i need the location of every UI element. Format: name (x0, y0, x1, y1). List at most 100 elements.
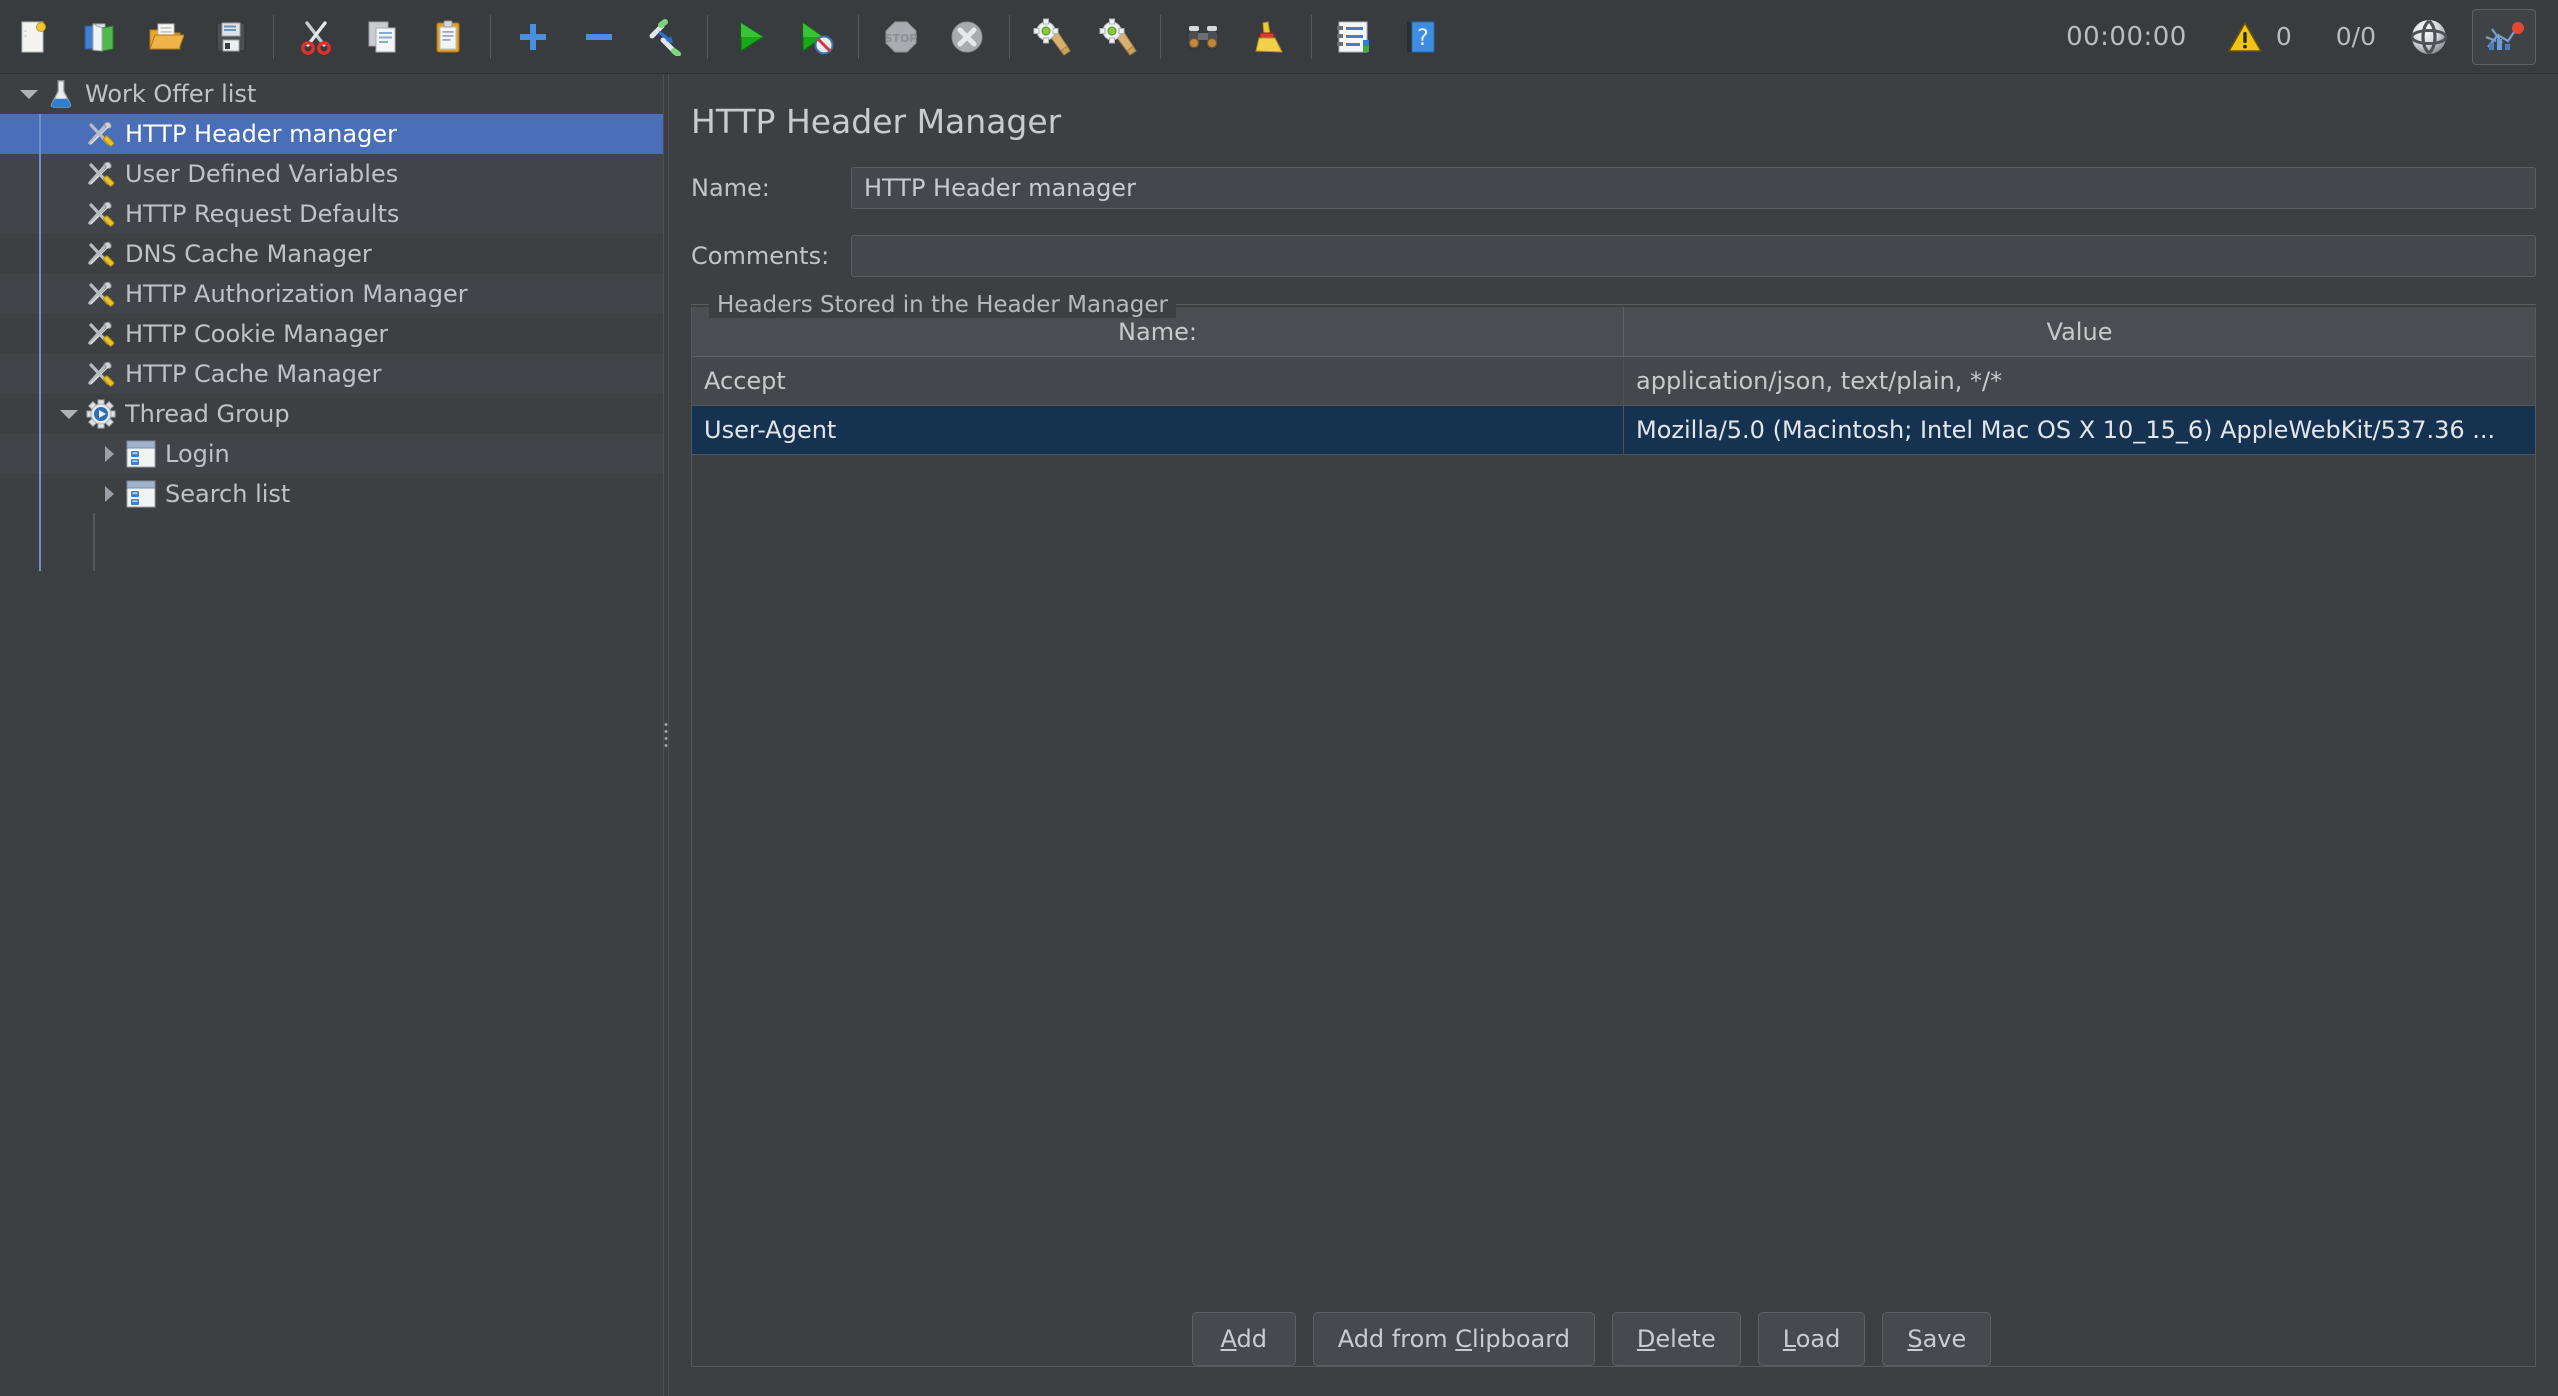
toggle-button[interactable] (637, 9, 693, 65)
tree-item-login[interactable]: Login (0, 434, 663, 474)
tree-twisty-placeholder (52, 154, 86, 194)
shutdown-button[interactable] (939, 9, 995, 65)
save-button[interactable] (203, 9, 259, 65)
cut-button[interactable] (288, 9, 344, 65)
tree-item-http-cache-manager[interactable]: HTTP Cache Manager (0, 354, 663, 394)
start-button[interactable] (722, 9, 778, 65)
comments-input[interactable] (851, 235, 2536, 277)
delete-button[interactable]: Delete (1611, 1312, 1741, 1366)
green-play-no-timers-icon (802, 21, 834, 54)
stop-button[interactable]: STOP (873, 9, 929, 65)
scissors-icon (301, 20, 331, 55)
tree-item-label: HTTP Request Defaults (125, 200, 400, 228)
tree-item-label: Login (165, 440, 230, 468)
table-row[interactable]: User-Agent Mozilla/5.0 (Macintosh; Intel… (692, 406, 2535, 454)
tree-item-work-offer-list[interactable]: Work Offer list (0, 74, 663, 114)
splitter-grip-icon (664, 723, 668, 747)
tree-guide-line (39, 114, 41, 571)
templates-button[interactable] (71, 9, 127, 65)
add-from-clipboard-button[interactable]: Add from Clipboard (1312, 1312, 1595, 1366)
tree-item-label: HTTP Cookie Manager (125, 320, 389, 348)
save-button[interactable]: Save (1882, 1312, 1992, 1366)
tree-item-http-authorization-manager[interactable]: HTTP Authorization Manager (0, 274, 663, 314)
new-document-icon (21, 21, 46, 52)
tree-item-label: User Defined Variables (125, 160, 399, 188)
table-row[interactable]: Accept application/json, text/plain, */* (692, 357, 2535, 405)
thread-count: 0/0 (2335, 22, 2376, 51)
function-helper-button[interactable] (1326, 9, 1382, 65)
sphere-icon[interactable] (2402, 10, 2456, 64)
tree-expand-toggle[interactable] (92, 474, 126, 514)
tree-item-thread-group[interactable]: Thread Group (0, 394, 663, 434)
sphere-glyph-icon (2410, 19, 2448, 54)
cell-header-value[interactable]: application/json, text/plain, */* (1624, 357, 2535, 405)
toolbar-status-area: 00:00:00 0 0/0 (2066, 0, 2558, 73)
help-button[interactable]: ? (1392, 9, 1448, 65)
page-title: HTTP Header Manager (691, 102, 1062, 141)
test-plan-tree[interactable]: Work Offer list HTTP Header manager User… (0, 74, 663, 1396)
headers-table[interactable]: Name: Value Accept application/json, tex… (691, 307, 2536, 1367)
chevron-down-icon (60, 409, 78, 419)
config-element-icon (88, 281, 115, 307)
tree-item-http-header-manager[interactable]: HTTP Header manager (0, 114, 663, 154)
tree-item-http-request-defaults[interactable]: HTTP Request Defaults (0, 194, 663, 234)
gear-broom-all-icon (1099, 18, 1137, 56)
svg-text:STOP: STOP (885, 32, 918, 45)
tree-item-http-cookie-manager[interactable]: HTTP Cookie Manager (0, 314, 663, 354)
clear-button[interactable] (1024, 9, 1080, 65)
search-button[interactable] (1175, 9, 1231, 65)
gear-broom-icon (1033, 18, 1071, 56)
main-split-pane: Work Offer list HTTP Header manager User… (0, 74, 2558, 1396)
button-label: Add (1220, 1325, 1267, 1353)
copy-button[interactable] (354, 9, 410, 65)
tree-expand-toggle[interactable] (52, 394, 86, 434)
tree-item-dns-cache-manager[interactable]: DNS Cache Manager (0, 234, 663, 274)
toggle-pencil-icon (649, 18, 681, 56)
name-input[interactable] (851, 167, 2536, 209)
warning-indicator[interactable]: 0 (2227, 21, 2292, 53)
start-no-timers-button[interactable] (788, 9, 844, 65)
jmeter-logo-icon (2485, 21, 2524, 50)
elapsed-timer: 00:00:00 (2066, 21, 2187, 52)
plus-icon (520, 23, 546, 50)
row-divider (692, 454, 2535, 455)
cell-header-name[interactable]: Accept (692, 357, 1624, 405)
clipboard-icon (436, 20, 460, 52)
toolbar-separator (1009, 14, 1010, 59)
config-element-icon (86, 359, 116, 389)
button-label: Load (1782, 1325, 1841, 1353)
tree-item-user-defined-variables[interactable]: User Defined Variables (0, 154, 663, 194)
toolbar-separator (1311, 14, 1312, 59)
expand-all-button[interactable] (505, 9, 561, 65)
thread-group-icon (86, 399, 116, 429)
new-button[interactable] (5, 9, 61, 65)
copy-pages-icon (368, 21, 396, 52)
shutdown-x-icon (951, 21, 983, 52)
clear-all-button[interactable] (1090, 9, 1146, 65)
tree-expand-toggle[interactable] (92, 434, 126, 474)
button-label: Save (1907, 1325, 1967, 1353)
load-button[interactable]: Load (1757, 1312, 1866, 1366)
reset-search-button[interactable] (1241, 9, 1297, 65)
tree-item-search-list[interactable]: Search list (0, 474, 663, 514)
paste-button[interactable] (420, 9, 476, 65)
jmeter-logo-button[interactable] (2472, 8, 2536, 65)
jmeter-window: STOP ? 00:00:00 0 0/0 Work Offer list HT… (0, 0, 2558, 1396)
tree-expand-toggle[interactable] (12, 74, 46, 114)
column-header-value[interactable]: Value (1624, 307, 2535, 356)
tree-twisty-placeholder (52, 234, 86, 274)
tree-twisty-placeholder (52, 274, 86, 314)
tree-item-label: DNS Cache Manager (125, 240, 372, 268)
tree-twisty-placeholder (52, 354, 86, 394)
cell-header-value[interactable]: Mozilla/5.0 (Macintosh; Intel Mac OS X 1… (1624, 406, 2535, 454)
collapse-all-button[interactable] (571, 9, 627, 65)
open-button[interactable] (137, 9, 193, 65)
cell-header-name[interactable]: User-Agent (692, 406, 1624, 454)
add-button[interactable]: Add (1191, 1312, 1296, 1366)
tree-twisty-placeholder (52, 194, 86, 234)
element-editor-panel: HTTP Header Manager Name: Comments: Head… (669, 74, 2558, 1396)
toolbar-separator (273, 14, 274, 59)
yellow-broom-icon (1255, 20, 1283, 53)
toolbar-separator (490, 14, 491, 59)
tree-guide-line-2 (93, 513, 95, 571)
